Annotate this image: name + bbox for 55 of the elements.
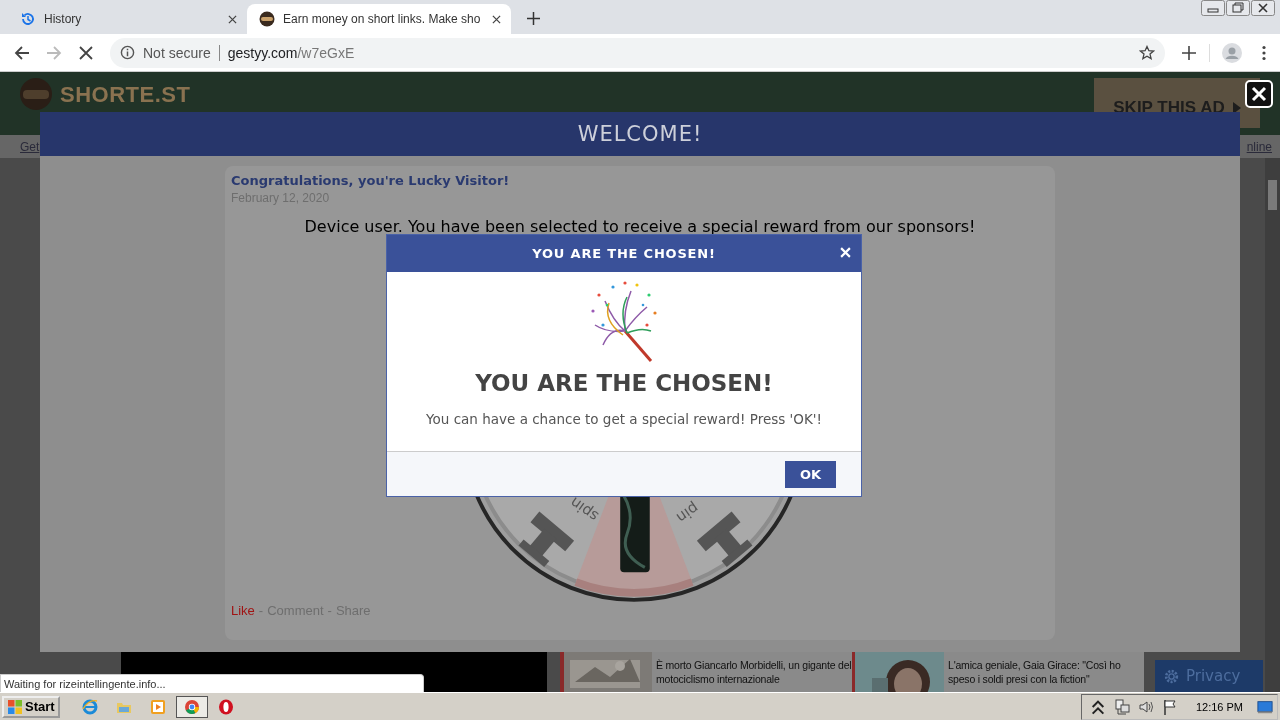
separator-text: - <box>258 603 264 618</box>
ninja-icon <box>20 78 52 110</box>
menu-icon[interactable] <box>1262 44 1266 61</box>
news-card[interactable]: L'amica geniale, Gaia Girace: "Così ho speso i soldi presi con la fiction" <box>852 652 1144 692</box>
post-message: Device user. You have been selected to receive a special reward from our sponsors! <box>303 217 977 236</box>
stop-icon[interactable] <box>78 44 94 61</box>
browser-tab[interactable]: History <box>8 4 247 34</box>
separator-text: - <box>327 603 332 618</box>
volume-icon[interactable] <box>1137 698 1154 715</box>
star-icon[interactable] <box>1139 44 1155 61</box>
party-popper-icon <box>589 281 659 363</box>
ninja-icon <box>259 11 275 27</box>
profile-avatar-icon[interactable] <box>1222 42 1242 63</box>
scrollbar[interactable] <box>1265 158 1280 692</box>
clock-time[interactable]: 12:16 PM <box>1195 700 1243 713</box>
site-logo[interactable]: SHORTE.ST <box>60 82 191 108</box>
news-headline[interactable]: L'amica geniale, Gaia Girace: "Così ho speso i soldi presi con la fiction" <box>948 652 1144 692</box>
flag-icon[interactable] <box>1161 698 1178 715</box>
wheel-label: pin <box>673 499 703 527</box>
chevron-up-icon[interactable] <box>1089 698 1106 715</box>
back-icon[interactable] <box>14 44 30 61</box>
ok-button[interactable]: OK <box>785 460 836 488</box>
start-button[interactable]: Start <box>2 695 60 718</box>
browser-tab[interactable]: Earn money on short links. Make sho <box>247 4 512 34</box>
url-text: gestyy.com/w7eGxE <box>227 44 356 61</box>
history-icon <box>20 11 36 27</box>
minimize-icon[interactable] <box>1201 0 1225 16</box>
dialog-title: YOU ARE THE CHOSEN! <box>532 246 716 261</box>
dialog-text: You can have a chance to get a special reward! Press 'OK'! <box>426 411 822 427</box>
close-icon[interactable] <box>228 14 237 24</box>
new-tab-icon[interactable] <box>527 12 541 25</box>
wheel-label: spin <box>566 494 602 526</box>
chrome-icon[interactable] <box>183 698 200 715</box>
plus-icon[interactable] <box>1181 44 1197 61</box>
news-card[interactable]: È morto Giancarlo Morbidelli, un gigante del motociclismo internazionale <box>560 652 852 692</box>
info-icon[interactable] <box>120 45 135 60</box>
restore-icon[interactable] <box>1226 0 1250 16</box>
post-action-link[interactable]: Like <box>231 603 255 618</box>
tab-title: Earn money on short links. Make sho <box>283 12 481 26</box>
media-player-icon[interactable] <box>149 698 166 715</box>
opera-icon[interactable] <box>217 698 234 715</box>
post-author[interactable]: Congratulations, you're Lucky Visitor! <box>231 173 510 188</box>
modal-title: WELCOME! <box>577 122 703 146</box>
desktop-icon[interactable] <box>1257 698 1273 715</box>
taskbar-button[interactable] <box>175 695 208 718</box>
dialog-heading: YOU ARE THE CHOSEN! <box>475 370 773 396</box>
close-icon[interactable] <box>1251 0 1275 16</box>
security-label[interactable]: Not secure <box>143 44 211 61</box>
status-bubble: Waiting for rizeintellingente.info... <box>0 674 424 692</box>
close-icon[interactable] <box>492 14 502 24</box>
network-icon[interactable] <box>1113 698 1130 715</box>
address-bar[interactable]: Not secure gestyy.com/w7eGxE <box>110 37 1165 68</box>
tab-title: History <box>44 12 83 26</box>
close-button[interactable] <box>1245 80 1273 108</box>
news-headline[interactable]: È morto Giancarlo Morbidelli, un gigante del motociclismo internazionale <box>656 652 852 692</box>
